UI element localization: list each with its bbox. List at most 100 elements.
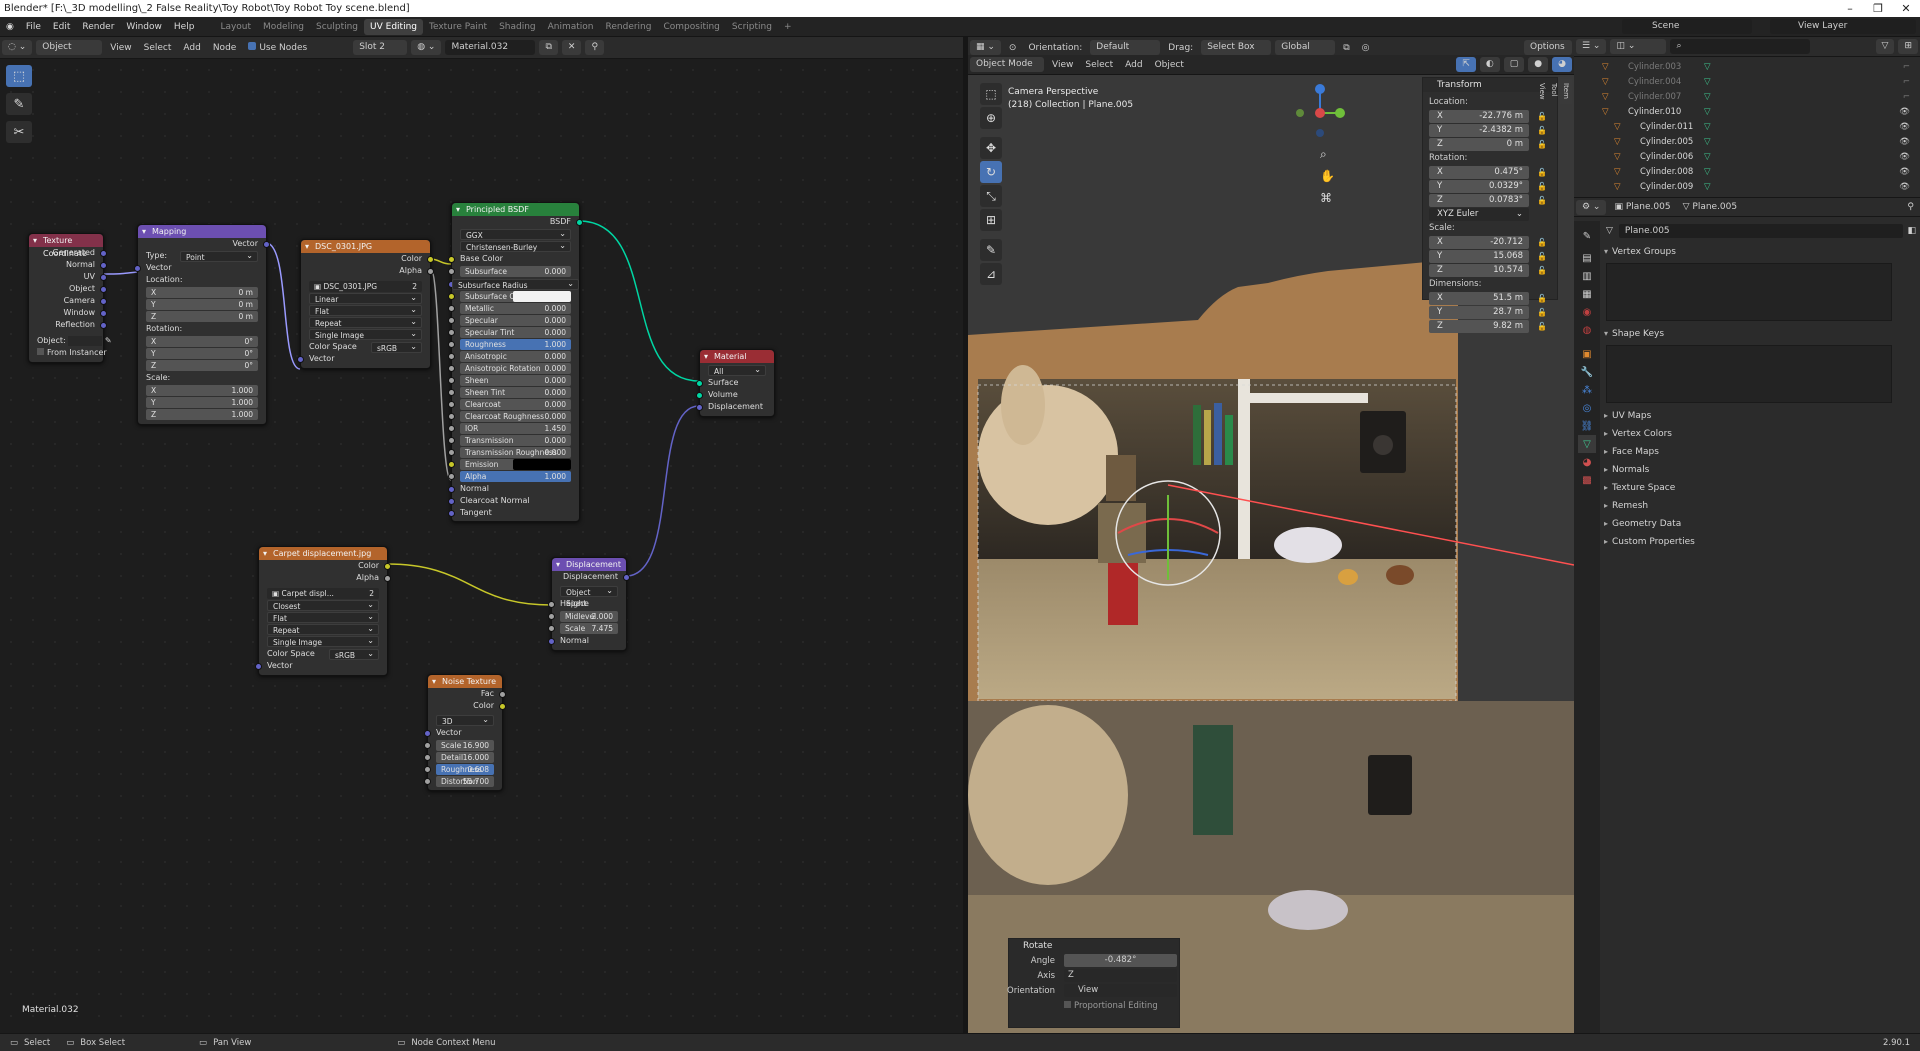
node-displacement[interactable]: Displacement Displacement Object Space H… (548, 557, 630, 651)
navigation-gizmo[interactable] (1290, 83, 1350, 143)
bsdf-metallic-field[interactable]: Metallic 0.000 (448, 303, 571, 314)
socket-input[interactable] (448, 268, 455, 275)
lock-icon[interactable]: 🔓 (1537, 320, 1547, 333)
bsdf-anisotropic-rotation-field[interactable]: Anisotropic Rotation 0.000 (448, 363, 571, 374)
lock-icon[interactable]: 🔓 (1537, 138, 1547, 151)
tab-texture-paint[interactable]: Texture Paint (423, 19, 493, 35)
node-title[interactable]: Principled BSDF (452, 203, 579, 216)
orientation-select[interactable]: View (1064, 984, 1177, 997)
panel-vertex-groups[interactable]: Vertex Groups (1602, 243, 1916, 261)
tab-shading[interactable]: Shading (493, 19, 542, 35)
tab-view[interactable]: View (1536, 79, 1548, 104)
scale-x-field[interactable]: X 1.000 (146, 385, 258, 396)
projection-select[interactable]: Flat (309, 304, 422, 316)
node-title[interactable]: Carpet displacement.jpg (259, 547, 387, 560)
transform-orientation-select[interactable]: Global (1275, 40, 1336, 55)
menu-edit[interactable]: Edit (47, 22, 76, 32)
modifier-tab-icon[interactable]: 🔧 (1578, 363, 1596, 381)
menu-file[interactable]: File (20, 22, 47, 32)
scale-tool-icon[interactable]: ⤡ (980, 185, 1002, 207)
use-nodes-checkbox[interactable]: Use Nodes (242, 42, 313, 53)
scale-x-field[interactable]: X -20.712 🔓 (1429, 236, 1547, 249)
socket-input[interactable] (448, 413, 455, 420)
material-tab-icon[interactable]: ◕ (1578, 453, 1596, 471)
mesh-data-icon[interactable]: ▽ (1704, 75, 1711, 90)
tab-item[interactable]: Item (1560, 79, 1572, 104)
snap-icon[interactable]: ⧉ (1337, 43, 1355, 53)
tab-tool[interactable]: Tool (1548, 79, 1560, 104)
bsdf-emission-field[interactable]: Emission (448, 459, 571, 470)
rotation-z-field[interactable]: Z 0.0783° 🔓 (1429, 194, 1547, 207)
output-tab-icon[interactable]: ▥ (1578, 267, 1596, 285)
menu-render[interactable]: Render (76, 22, 120, 32)
subsurface-radius-select[interactable]: Subsurface Radius (452, 278, 579, 290)
menu-node[interactable]: Node (207, 43, 243, 53)
visibility-eye-icon[interactable]: 👁 (1899, 165, 1910, 180)
scale-y-field[interactable]: Y 15.068 🔓 (1429, 250, 1547, 263)
socket-input[interactable] (448, 329, 455, 336)
noise-detail-field[interactable]: Detail 16.000 (424, 752, 494, 763)
tab-modeling[interactable]: Modeling (257, 19, 310, 35)
hidden-eye-icon[interactable]: ⌐ (1903, 75, 1910, 90)
lock-icon[interactable]: 🔓 (1537, 110, 1547, 123)
dimensions-y-field[interactable]: Y 28.7 m 🔓 (1429, 306, 1547, 319)
gizmo-toggle-icon[interactable]: ⇱ (1456, 57, 1476, 72)
mesh-data-icon[interactable]: ▽ (1704, 60, 1711, 75)
socket-input[interactable] (448, 389, 455, 396)
noise-distortion-field[interactable]: Distortion 55.700 (424, 776, 494, 787)
rotate-gizmo-circle[interactable] (1115, 480, 1221, 586)
socket-input[interactable] (448, 353, 455, 360)
zoom-icon[interactable]: ⌕ (1320, 147, 1327, 162)
menu-select[interactable]: Select (1079, 60, 1119, 70)
bsdf-transmission-roughness-field[interactable]: Transmission Roughness 0.000 (448, 447, 571, 458)
noise-scale-field[interactable]: Scale 16.900 (424, 740, 494, 751)
object-crumb[interactable]: ▣ Plane.005 (1608, 202, 1676, 212)
socket-input[interactable] (448, 437, 455, 444)
transform-pivot-icon[interactable]: ⊙ (1003, 43, 1023, 53)
pan-hand-icon[interactable]: ✋ (1320, 169, 1335, 183)
node-editor[interactable]: ⬚ ✎ ✂ Texture Coordinate Generated Norma… (0, 59, 963, 1033)
mesh-data-icon[interactable]: ▽ (1704, 135, 1711, 150)
vertex-groups-list[interactable] (1606, 263, 1892, 321)
from-instancer-checkbox[interactable]: From Instancer (29, 347, 107, 359)
filter-icon[interactable]: ▽ (1875, 39, 1895, 54)
source-select[interactable]: Single Image (309, 328, 422, 340)
transform-tool-icon[interactable]: ⊞ (980, 209, 1002, 231)
shading-material-icon[interactable]: ◕ (1552, 57, 1572, 72)
node-material-output[interactable]: Material Output All Surface Volume Displ… (696, 349, 775, 417)
object-tab-icon[interactable]: ▣ (1578, 345, 1596, 363)
cursor-tool-icon[interactable]: ⊕ (980, 107, 1002, 129)
tab-animation[interactable]: Animation (542, 19, 600, 35)
node-mapping[interactable]: Mapping Vector Type:Point Vector Locatio… (134, 224, 270, 425)
constraints-tab-icon[interactable]: ⛓ (1578, 417, 1596, 435)
rot-y-field[interactable]: Y 0° (146, 348, 258, 359)
visibility-eye-icon[interactable]: 👁 (1899, 135, 1910, 150)
slot-select[interactable]: Slot 2 (353, 40, 408, 55)
menu-view[interactable]: View (104, 43, 137, 53)
lock-icon[interactable]: 🔓 (1537, 166, 1547, 179)
select-box-tool-icon[interactable]: ⬚ (980, 83, 1002, 105)
bsdf-sheen-tint-field[interactable]: Sheen Tint 0.000 (448, 387, 571, 398)
bsdf-alpha-field[interactable]: Alpha 1.000 (448, 471, 571, 482)
mesh-data-icon[interactable]: ▽ (1704, 195, 1711, 197)
maximize-button[interactable]: ❐ (1864, 0, 1892, 17)
mesh-data-icon[interactable]: ▽ (1704, 90, 1711, 105)
visibility-eye-icon[interactable]: 👁 (1899, 150, 1910, 165)
link-cut-tool-icon[interactable]: ✂ (6, 121, 32, 143)
loc-x-field[interactable]: X0 m (146, 287, 258, 298)
proportional-editing-checkbox[interactable]: Proportional Editing (1009, 999, 1179, 1014)
target-select[interactable]: All (708, 364, 766, 376)
panel-normals[interactable]: Normals (1602, 461, 1916, 479)
socket-input[interactable] (448, 305, 455, 312)
tab-uv-editing[interactable]: UV Editing (364, 18, 423, 35)
node-principled-bsdf[interactable]: Principled BSDF BSDF GGX Christensen-Bur… (448, 202, 583, 522)
editor-type-button[interactable]: ▦ ⌄ (970, 40, 1001, 55)
node-title[interactable]: Texture Coordinate (29, 234, 103, 258)
node-title[interactable]: Displacement (552, 558, 626, 571)
visibility-eye-icon[interactable]: 👁 (1899, 120, 1910, 135)
rotation-x-field[interactable]: X 0.475° 🔓 (1429, 166, 1547, 179)
material-browse-button[interactable]: ◍ ⌄ (411, 40, 442, 55)
bsdf-roughness-field[interactable]: Roughness 1.000 (448, 339, 571, 350)
minimize-button[interactable]: – (1836, 0, 1864, 17)
material-name-field[interactable]: Material.032 (445, 40, 536, 55)
